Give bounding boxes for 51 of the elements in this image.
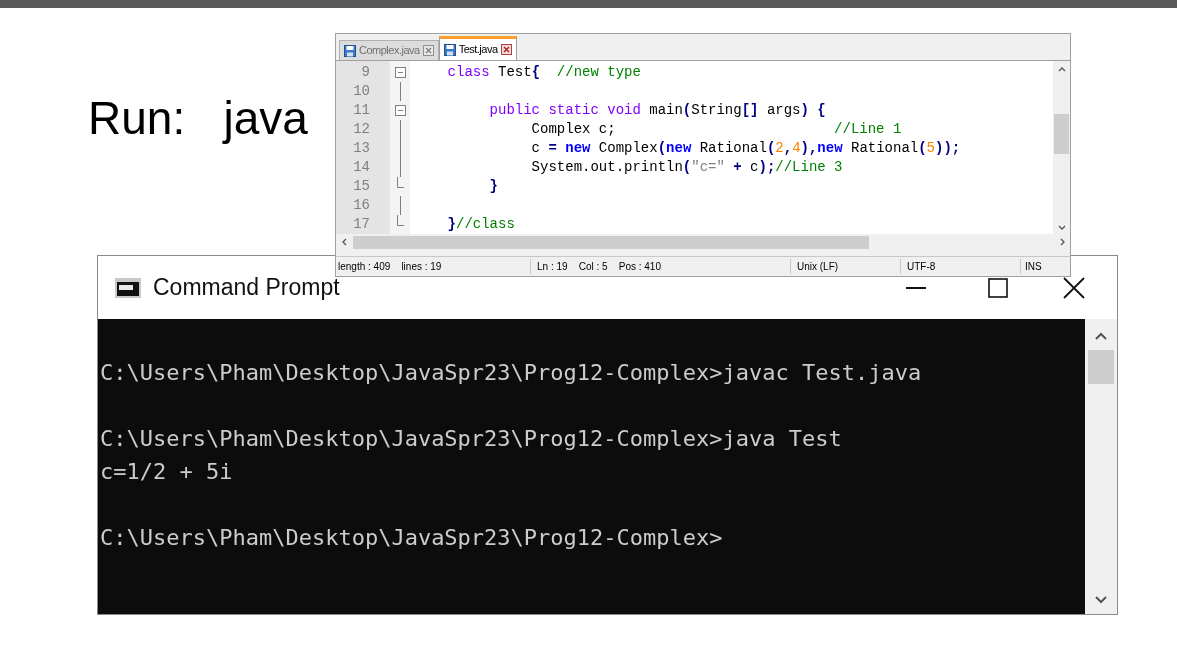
code-line: public static void main(String[] args) { [488, 101, 826, 120]
fold-toggle-icon[interactable] [394, 67, 406, 78]
fold-toggle-icon[interactable] [394, 105, 406, 116]
fold-line [399, 196, 401, 215]
console-line: C:\Users\Pham\Desktop\JavaSpr23\Prog12-Complex>java Test [99, 426, 842, 451]
code-line: class Test{ //new type [446, 63, 641, 82]
code-line: System.out.println("c=" + c);//Line 3 [530, 158, 843, 177]
line-number: 17 [353, 215, 370, 234]
scroll-up-icon[interactable] [1095, 332, 1107, 340]
status-field: UTF-8 [907, 261, 936, 272]
close-icon[interactable] [1063, 276, 1085, 299]
line-number: 15 [353, 177, 370, 196]
line-number: 9 [361, 63, 370, 82]
code-line: } [488, 177, 498, 196]
code-line: Complex c; //Line 1 [530, 120, 902, 139]
scroll-right-icon[interactable] [1060, 238, 1065, 246]
status-field: Ln : 19 Col : 5 Pos : 410 [537, 261, 661, 272]
line-number: 10 [353, 82, 370, 101]
vertical-scrollbar[interactable] [1053, 61, 1070, 234]
console-line: C:\Users\Pham\Desktop\JavaSpr23\Prog12-Complex>javac Test.java [99, 360, 922, 385]
console-icon [115, 277, 141, 298]
scrollbar[interactable] [1085, 319, 1117, 614]
close-icon[interactable] [500, 44, 512, 55]
status-field: length : 409 lines : 19 [338, 261, 442, 272]
console-line: c=1/2 + 5i [99, 459, 233, 484]
minimize-icon[interactable] [906, 286, 926, 289]
window-title: Command Prompt [153, 273, 340, 303]
fold-line [399, 82, 401, 101]
line-number: 14 [353, 158, 370, 177]
line-number: 11 [353, 101, 370, 120]
scroll-left-icon[interactable] [342, 238, 347, 246]
fold-end-icon [397, 177, 404, 188]
scroll-thumb[interactable] [353, 235, 869, 249]
scroll-thumb[interactable] [1054, 114, 1069, 154]
status-field: INS [1025, 261, 1042, 272]
code-line: }//class [446, 215, 515, 234]
status-field: Unix (LF) [797, 261, 839, 272]
console-line: C:\Users\Pham\Desktop\JavaSpr23\Prog12-Complex> [99, 525, 723, 550]
file-tab[interactable]: Test.java [438, 36, 517, 60]
scroll-down-icon[interactable] [1095, 596, 1107, 604]
scroll-down-icon[interactable] [1057, 225, 1066, 230]
slide-text: Run: java [88, 91, 308, 146]
line-number: 16 [353, 196, 370, 215]
code-line: c = new Complex(new Rational(2,4),new Rational(5)); [530, 139, 961, 158]
fold-end-icon [397, 215, 404, 226]
scroll-up-icon[interactable] [1057, 67, 1066, 72]
maximize-icon[interactable] [988, 277, 1008, 298]
line-number: 12 [353, 120, 370, 139]
line-number: 13 [353, 139, 370, 158]
scroll-thumb[interactable] [1088, 350, 1114, 384]
file-tab[interactable]: Complex.java [339, 40, 439, 60]
